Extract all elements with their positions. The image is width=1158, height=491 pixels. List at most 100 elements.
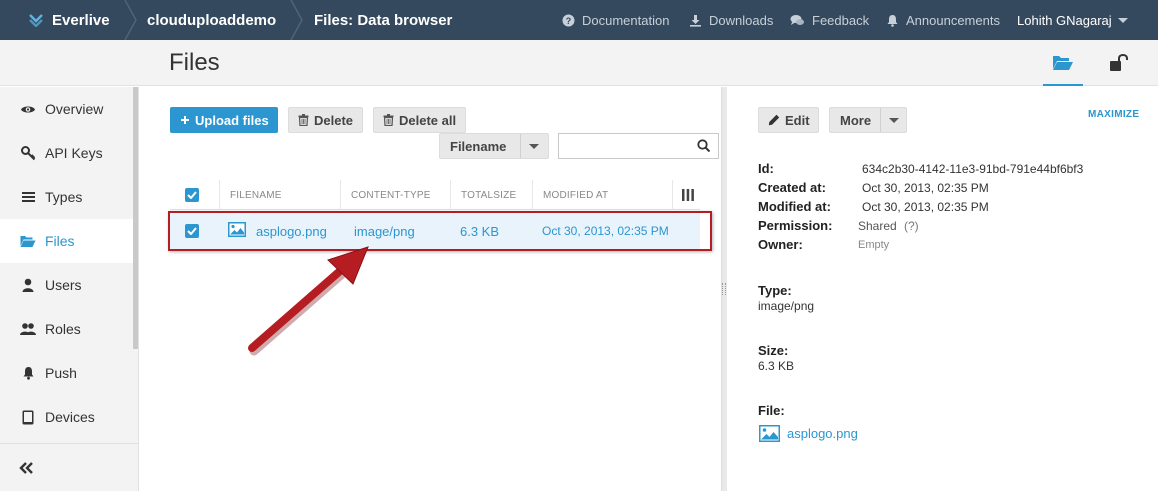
chevron-down-icon — [529, 144, 539, 149]
sidebar-item-label: Push — [45, 365, 77, 381]
folder-open-icon — [20, 233, 36, 249]
project-label: clouduploaddemo — [147, 11, 277, 29]
modified-at-value: Oct 30, 2013, 02:35 PM — [862, 200, 989, 214]
permissions-tab[interactable] — [1099, 40, 1139, 86]
filter-field-dropdown[interactable]: Filename — [439, 133, 549, 159]
permission-value: Shared — [858, 219, 897, 233]
upload-files-button[interactable]: Upload files — [170, 107, 278, 133]
dropdown-divider — [520, 134, 521, 158]
filter-field-label: Filename — [450, 138, 507, 154]
file-download-link[interactable]: asplogo.png — [759, 425, 858, 442]
current-page-label: Files: Data browser — [314, 11, 453, 29]
file-label: File: — [758, 403, 785, 418]
page-header: Files — [0, 40, 1158, 86]
tablet-icon — [20, 409, 36, 425]
sidebar-item-types[interactable]: Types — [0, 175, 133, 219]
download-icon — [690, 14, 701, 27]
plus-icon — [181, 116, 189, 124]
sidebar-item-files[interactable]: Files — [0, 219, 133, 263]
size-label: Size: — [758, 343, 789, 358]
type-value: image/png — [758, 299, 815, 313]
bell-icon — [20, 365, 36, 381]
modified-at-label: Modified at: — [758, 199, 831, 214]
double-chevron-left-icon — [19, 461, 33, 474]
top-bar: Everlive clouduploaddemo Files: Data bro… — [0, 0, 1158, 40]
sidebar-item-label: Roles — [45, 321, 81, 337]
sidebar: Overview API Keys Types Files Users Role… — [0, 87, 139, 491]
delete-label: Delete — [314, 112, 354, 128]
permission-help-link[interactable]: (?) — [904, 219, 919, 233]
files-view-tab[interactable] — [1043, 40, 1083, 86]
brand-label: Everlive — [52, 11, 110, 29]
maximize-link[interactable]: MAXIMIZE — [1088, 109, 1139, 120]
search-box — [558, 133, 719, 159]
column-header-modified-at[interactable]: MODIFIED AT — [532, 180, 672, 210]
documentation-label: Documentation — [582, 12, 670, 28]
announcements-link[interactable]: Announcements — [886, 0, 1000, 40]
folder-open-icon — [1053, 55, 1073, 70]
breadcrumb-project[interactable]: clouduploaddemo — [147, 0, 276, 40]
sidebar-item-label: Users — [45, 277, 82, 293]
question-circle-icon: ? — [562, 14, 575, 26]
chevron-down-icon — [889, 118, 899, 123]
feedback-link[interactable]: Feedback — [790, 0, 869, 40]
column-header-label: FILENAME — [230, 189, 282, 201]
annotation-arrow — [248, 246, 369, 356]
page-title: Files — [169, 49, 220, 76]
edit-button[interactable]: Edit — [758, 107, 819, 133]
sidebar-item-label: API Keys — [45, 145, 103, 161]
created-at-value: Oct 30, 2013, 02:35 PM — [862, 181, 989, 195]
sidebar-item-roles[interactable]: Roles — [0, 307, 133, 351]
breadcrumb-separator-icon — [124, 0, 137, 40]
sidebar-item-label: Types — [45, 189, 83, 205]
sidebar-item-overview[interactable]: Overview — [0, 87, 133, 131]
comments-icon — [790, 14, 804, 25]
column-chooser-button[interactable] — [672, 180, 700, 210]
image-file-icon — [759, 425, 780, 442]
panel-splitter[interactable] — [721, 87, 727, 491]
brand-link[interactable]: Everlive — [29, 0, 110, 40]
downloads-link[interactable]: Downloads — [689, 0, 773, 40]
dropdown-divider — [880, 108, 881, 132]
splitter-grip — [722, 283, 726, 295]
user-name: Lohith GNagaraj — [1017, 12, 1112, 28]
sidebar-item-label: Files — [45, 233, 75, 249]
sidebar-item-label: Overview — [45, 101, 104, 117]
trash-icon — [383, 114, 394, 126]
delete-all-label: Delete all — [399, 112, 457, 128]
column-header-content-type[interactable]: CONTENT-TYPE — [340, 180, 450, 210]
sidebar-item-label: Devices — [45, 409, 95, 425]
user-menu[interactable]: Lohith GNagaraj — [1017, 0, 1128, 40]
id-label: Id: — [758, 161, 774, 176]
sidebar-item-api-keys[interactable]: API Keys — [0, 131, 133, 175]
upload-files-label: Upload files — [195, 112, 269, 128]
column-header-label: TOTALSIZE — [461, 189, 517, 201]
more-actions-dropdown[interactable]: More — [829, 107, 907, 133]
user-icon — [20, 277, 36, 293]
collapse-sidebar-button[interactable] — [0, 443, 138, 491]
sidebar-scrollbar[interactable] — [133, 87, 138, 349]
column-header-label: CONTENT-TYPE — [351, 189, 431, 201]
size-value: 6.3 KB — [758, 359, 795, 373]
sidebar-item-devices[interactable]: Devices — [0, 395, 133, 439]
sidebar-item-push[interactable]: Push — [0, 351, 133, 395]
documentation-link[interactable]: ? Documentation — [562, 0, 669, 40]
column-header-filename[interactable]: FILENAME — [219, 180, 340, 210]
search-input[interactable] — [559, 134, 689, 158]
columns-icon — [682, 189, 694, 201]
breadcrumb-separator-icon — [290, 0, 303, 40]
column-header-label: MODIFIED AT — [543, 189, 609, 201]
column-header-totalsize[interactable]: TOTALSIZE — [450, 180, 532, 210]
search-icon[interactable] — [697, 139, 710, 152]
bell-icon — [887, 14, 898, 27]
created-at-label: Created at: — [758, 180, 826, 195]
permission-label: Permission: — [758, 218, 833, 233]
trash-icon — [298, 114, 309, 126]
key-icon — [20, 145, 36, 161]
select-all-checkbox[interactable] — [185, 188, 199, 202]
delete-all-button[interactable]: Delete all — [373, 107, 466, 133]
more-label: More — [840, 112, 872, 128]
downloads-label: Downloads — [709, 12, 774, 28]
delete-button[interactable]: Delete — [288, 107, 363, 133]
sidebar-item-users[interactable]: Users — [0, 263, 133, 307]
